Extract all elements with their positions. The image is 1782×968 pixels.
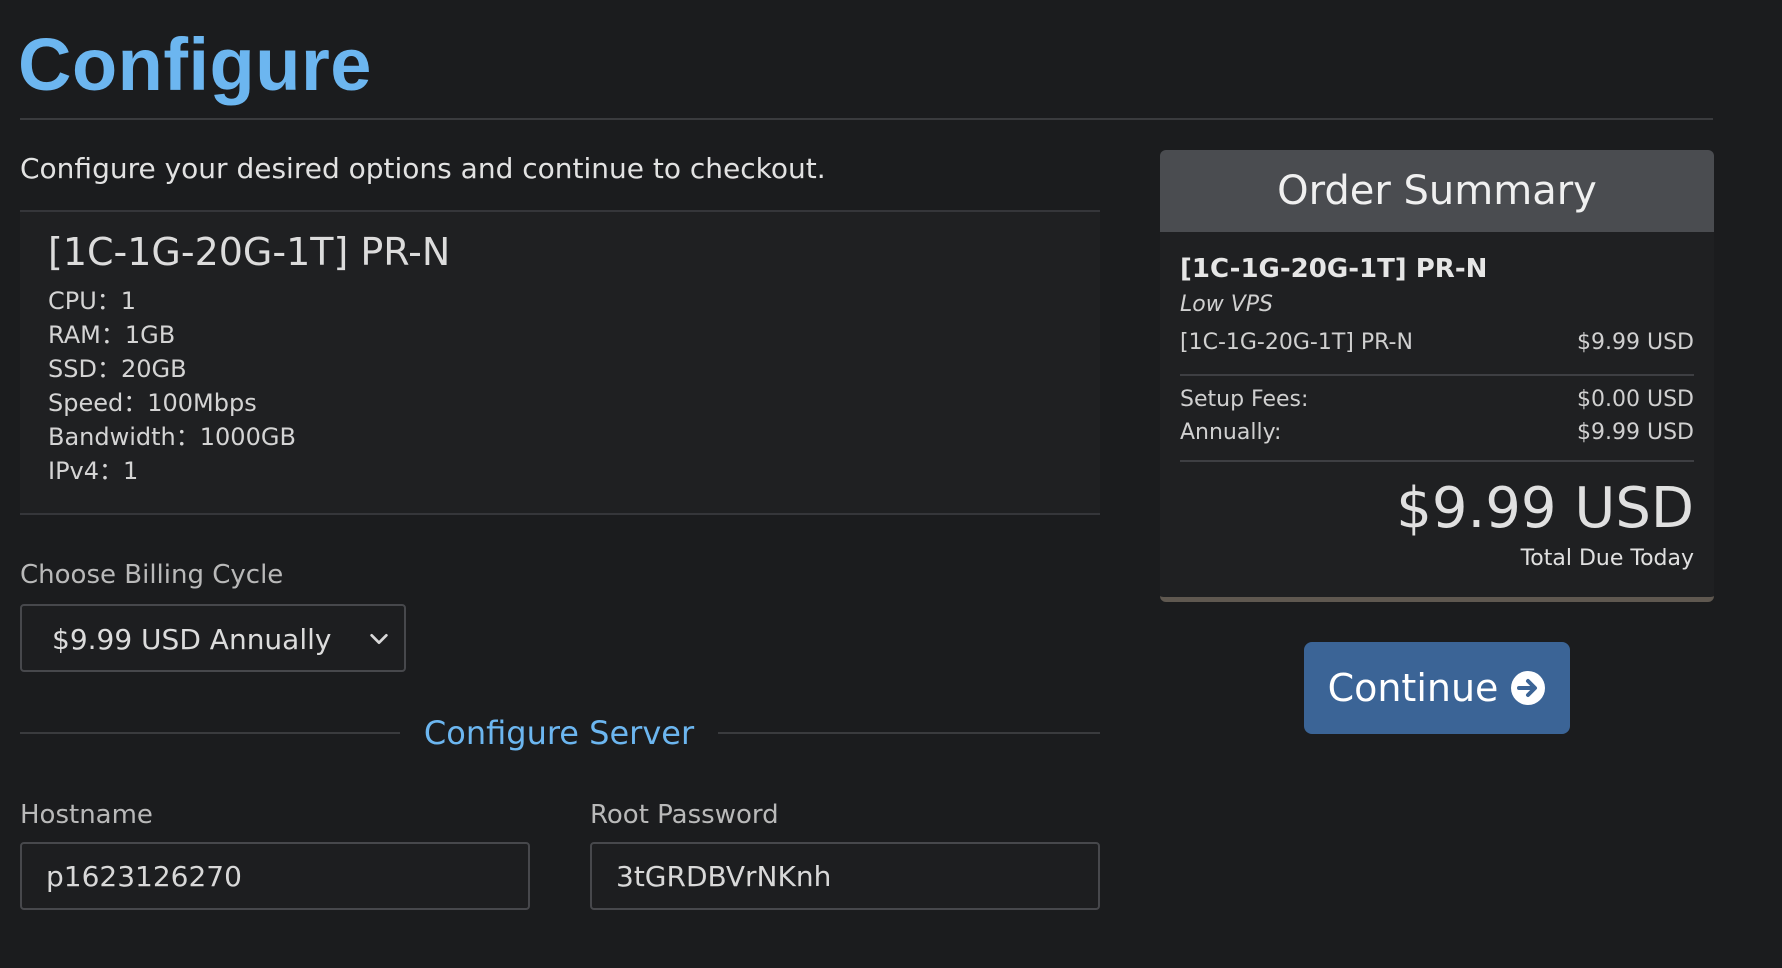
spec-cpu: CPU：1	[48, 287, 137, 315]
title-divider	[20, 118, 1713, 120]
summary-total-label: Total Due Today	[1520, 546, 1694, 571]
spec-ram: RAM：1GB	[48, 321, 176, 349]
page-title: Configure	[18, 23, 372, 106]
order-summary-panel: Order Summary [1C-1G-20G-1T] PR-N Low VP…	[1160, 150, 1714, 602]
line-item-label: [1C-1G-20G-1T] PR-N	[1180, 330, 1413, 355]
annually-label: Annually:	[1180, 420, 1282, 445]
hostname-label: Hostname	[20, 800, 153, 830]
continue-button[interactable]: Continue	[1304, 642, 1570, 734]
summary-setup-fees: Setup Fees: $0.00 USD	[1180, 387, 1694, 412]
product-spec-list: CPU：1 RAM：1GB SSD：20GB Speed：100Mbps Ban…	[48, 284, 296, 488]
root-password-input[interactable]	[590, 842, 1100, 910]
line-item-price: $9.99 USD	[1577, 330, 1694, 355]
hostname-input[interactable]	[20, 842, 530, 910]
product-name: [1C-1G-20G-1T] PR-N	[48, 230, 451, 274]
continue-label: Continue	[1327, 666, 1499, 710]
section-divider-left	[20, 732, 400, 734]
billing-cycle-value: $9.99 USD Annually	[52, 623, 332, 656]
summary-divider	[1180, 460, 1694, 462]
spec-ipv4: IPv4：1	[48, 457, 139, 485]
summary-product-name: [1C-1G-20G-1T] PR-N	[1180, 254, 1488, 284]
spec-ssd: SSD：20GB	[48, 355, 187, 383]
order-summary-title: Order Summary	[1160, 150, 1714, 232]
annually-price: $9.99 USD	[1577, 420, 1694, 445]
product-info-panel: [1C-1G-20G-1T] PR-N CPU：1 RAM：1GB SSD：20…	[20, 210, 1100, 515]
section-divider-right	[718, 732, 1100, 734]
chevron-down-icon	[370, 633, 388, 645]
billing-cycle-select[interactable]: $9.99 USD Annually	[20, 604, 406, 672]
summary-total: $9.99 USD	[1396, 476, 1694, 541]
summary-divider	[1180, 374, 1694, 376]
setup-fees-label: Setup Fees:	[1180, 387, 1309, 412]
configure-server-heading: Configure Server	[423, 714, 695, 752]
billing-cycle-label: Choose Billing Cycle	[20, 560, 284, 590]
arrow-circle-right-icon	[1511, 671, 1546, 705]
spec-bandwidth: Bandwidth：1000GB	[48, 423, 296, 451]
summary-product-group: Low VPS	[1180, 292, 1273, 317]
spec-speed: Speed：100Mbps	[48, 389, 257, 417]
summary-line-item: [1C-1G-20G-1T] PR-N $9.99 USD	[1180, 330, 1694, 355]
setup-fees-price: $0.00 USD	[1577, 387, 1694, 412]
root-password-label: Root Password	[590, 800, 779, 830]
summary-annually: Annually: $9.99 USD	[1180, 420, 1694, 445]
configure-page: Configure Configure your desired options…	[0, 0, 1782, 968]
intro-text: Configure your desired options and conti…	[20, 152, 826, 185]
